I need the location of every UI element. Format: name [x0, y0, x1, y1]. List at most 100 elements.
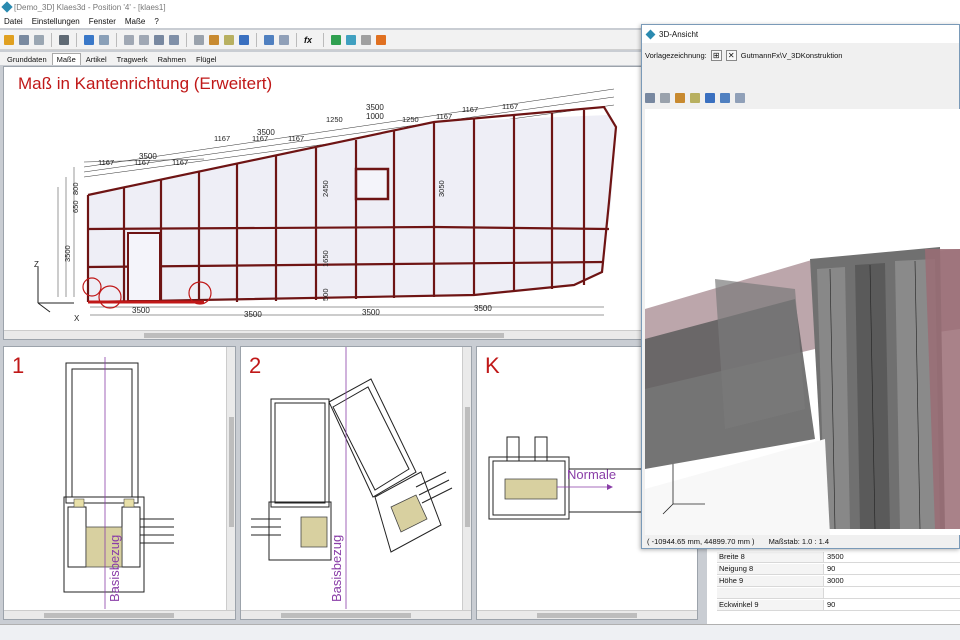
main-drawing-pane[interactable]: Maß in Kantenrichtung (Erweitert) 3500 3… [3, 66, 645, 340]
dim-mid-0: 1167 [98, 158, 114, 167]
dim-left-6: 500 [321, 288, 330, 301]
menu-einstellungen[interactable]: Einstellungen [32, 17, 80, 26]
dim-left-5: 1650 [321, 250, 330, 267]
window-element [354, 167, 390, 201]
toolbar-separator [296, 32, 297, 47]
hand-icon[interactable] [194, 34, 204, 45]
menu-help[interactable]: ? [154, 17, 158, 26]
property-row[interactable]: Breite 8 3500 [717, 552, 960, 563]
section-k-normale-text: Normale [567, 467, 616, 482]
toolbar-separator [76, 32, 77, 47]
view3d-app-icon [645, 29, 656, 39]
dim-mid-1: 1167 [134, 158, 150, 167]
status-bar [0, 624, 960, 640]
settings-icon[interactable] [361, 34, 371, 45]
arrow-left-icon[interactable] [720, 93, 730, 103]
tab-artikel[interactable]: Artikel [81, 53, 112, 65]
dim-bottom-3: 3500 [474, 304, 492, 313]
drawing-heading: Maß in Kantenrichtung (Erweitert) [18, 74, 272, 93]
dim-mid-4: 1167 [252, 134, 268, 143]
facade-drawing[interactable]: Maß in Kantenrichtung (Erweitert) 3500 3… [4, 67, 644, 329]
warning-icon[interactable] [376, 34, 386, 45]
eye-icon[interactable] [690, 93, 700, 103]
vorlage-clear-icon[interactable]: ✕ [725, 49, 737, 61]
section-k-hscrollbar[interactable] [477, 610, 697, 619]
axis-x-label: X [74, 314, 80, 323]
menu-datei[interactable]: Datei [4, 17, 23, 26]
rotate-right-icon[interactable] [139, 34, 149, 45]
menu-masse[interactable]: Maße [125, 17, 145, 26]
dim-mid-7: 1250 [326, 115, 343, 124]
view3d-coords: ( -10944.65 mm, 44899.70 mm ) [647, 537, 755, 546]
section-1-hscrollbar[interactable] [4, 610, 235, 619]
tab-tragwerk[interactable]: Tragwerk [112, 53, 153, 65]
toolbar-separator [256, 32, 257, 47]
view3d-canvas[interactable] [645, 109, 960, 535]
dim-mid-2: 1167 [172, 158, 188, 167]
cube-icon[interactable] [346, 34, 356, 45]
section-1-vscrollbar[interactable] [226, 347, 235, 610]
move-icon[interactable] [239, 34, 249, 45]
axis-gizmo [37, 267, 74, 313]
section-pane-1[interactable]: 1 Basisbezug [3, 346, 236, 620]
formula-icon[interactable]: fx [304, 35, 316, 45]
vorlage-label: Vorlagezeichnung: [645, 50, 707, 60]
dim-left-2: 800 [71, 182, 80, 195]
arrow-right-icon[interactable] [735, 93, 745, 103]
save-all-icon[interactable] [34, 34, 44, 45]
title-bar: [Demo_3D] Klaes3d - Position '4' - [klae… [0, 0, 960, 14]
eye-icon[interactable] [224, 34, 234, 45]
property-row[interactable]: Eckwinkel 9 90 [717, 600, 960, 611]
rotate-left-icon[interactable] [124, 34, 134, 45]
section-pane-2[interactable]: 2 Basisbezug [240, 346, 472, 620]
view3d-titlebar[interactable]: 3D-Ansicht [642, 25, 959, 43]
tab-strip: Grunddaten Maße Artikel Tragwerk Rahmen … [0, 52, 645, 65]
hand-icon[interactable] [660, 93, 670, 103]
arrow-left-icon[interactable] [264, 34, 274, 45]
open-folder-icon[interactable] [4, 34, 14, 45]
view3d-render [645, 247, 960, 535]
tab-masse[interactable]: Maße [51, 53, 81, 65]
orbit-icon[interactable] [209, 34, 219, 45]
axis-z-label: Z [34, 260, 39, 269]
play-icon[interactable] [331, 34, 341, 45]
dim-mid-9: 1167 [462, 105, 478, 114]
dim-left-1: 650 [71, 200, 80, 213]
tab-fluegel[interactable]: Flügel [191, 53, 221, 65]
vorlage-row: Vorlagezeichnung: ⊞ ✕ GutmannFx\V_3DKons… [645, 49, 842, 61]
dim-left-3: 3050 [437, 180, 446, 197]
section-2-basis-text: Basisbezug [329, 535, 344, 602]
dim-top-3: 3500 [366, 103, 384, 112]
zoom-window-icon[interactable] [169, 34, 179, 45]
property-row[interactable]: Neigung 8 90 [717, 564, 960, 575]
save-icon[interactable] [19, 34, 29, 45]
orbit-icon[interactable] [675, 93, 685, 103]
toolbar-separator [186, 32, 187, 47]
zoom-fit-icon[interactable] [645, 93, 655, 103]
view3d-window[interactable]: 3D-Ansicht Vorlagezeichnung: ⊞ ✕ Gutmann… [641, 24, 960, 549]
move-icon[interactable] [705, 93, 715, 103]
undo-icon[interactable] [84, 34, 94, 45]
dim-left-4: 2450 [321, 180, 330, 197]
property-row[interactable]: Höhe 9 3000 [717, 576, 960, 587]
main-hscrollbar[interactable] [4, 330, 644, 339]
property-row[interactable] [717, 588, 960, 599]
dim-mid-8: 1250 [402, 115, 419, 124]
dim-mid-6: 1167 [436, 112, 452, 121]
arrow-right-icon[interactable] [279, 34, 289, 45]
redo-icon[interactable] [99, 34, 109, 45]
zoom-fit-icon[interactable] [154, 34, 164, 45]
section-2-hscrollbar[interactable] [241, 610, 471, 619]
scroll-thumb[interactable] [144, 333, 504, 338]
print-icon[interactable] [59, 34, 69, 45]
menu-fenster[interactable]: Fenster [89, 17, 116, 26]
section-2-vscrollbar[interactable] [462, 347, 471, 610]
view3d-scale: Maßstab: 1.0 : 1.4 [768, 537, 830, 546]
dim-mid-3: 1167 [214, 134, 230, 143]
tab-grunddaten[interactable]: Grunddaten [2, 53, 52, 65]
toolbar-separator [51, 32, 52, 47]
dim-mid-10: 1167 [502, 102, 518, 111]
vorlage-pick-icon[interactable]: ⊞ [710, 49, 722, 61]
tab-rahmen[interactable]: Rahmen [153, 53, 191, 65]
door-element [127, 232, 161, 302]
